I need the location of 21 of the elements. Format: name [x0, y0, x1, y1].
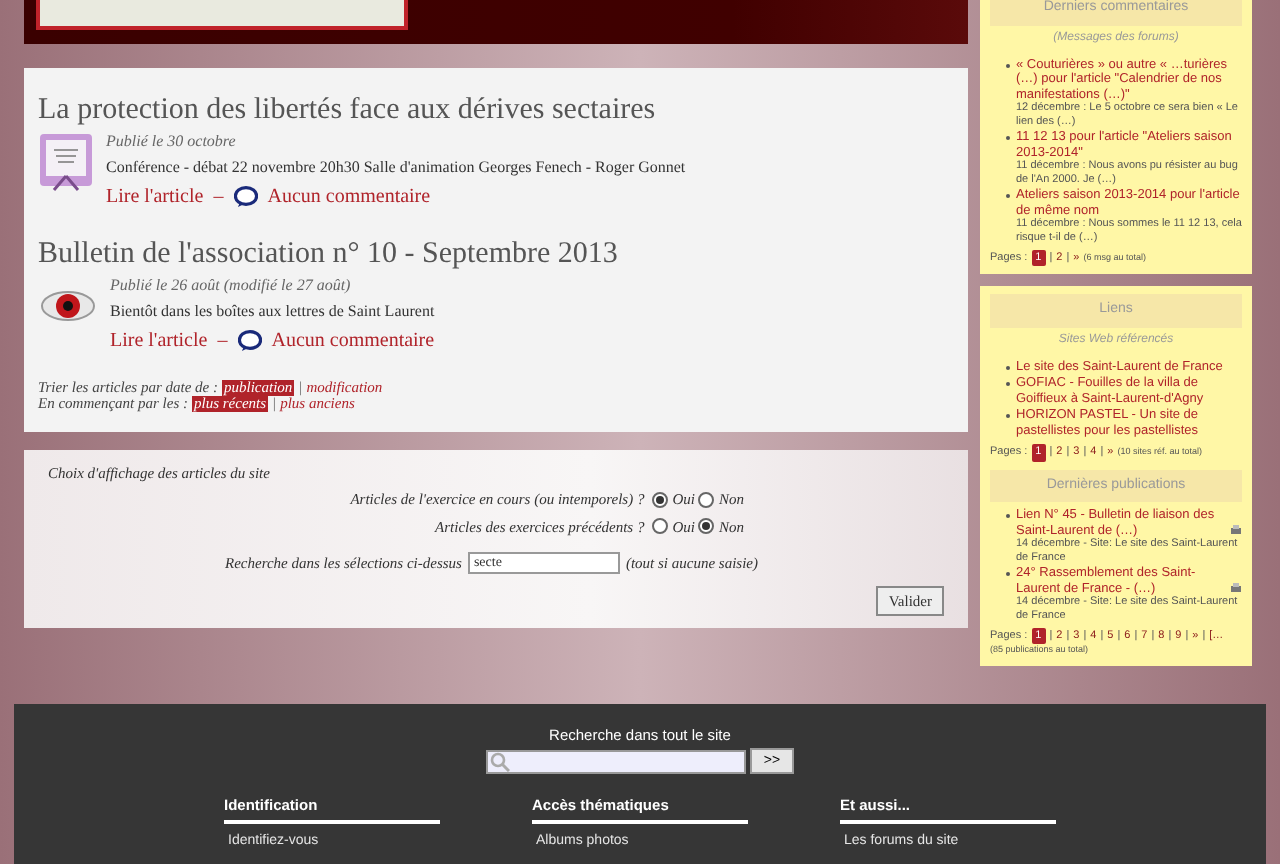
- search-icon: [489, 751, 510, 772]
- speech-bubble-icon: [233, 186, 258, 208]
- article-title[interactable]: La protection des libertés face aux dérives sectaires: [38, 92, 954, 128]
- radio-button[interactable]: [652, 518, 669, 535]
- comments-link[interactable]: Aucun commentaire: [267, 182, 431, 212]
- read-article-link[interactable]: Lire l'article: [106, 182, 204, 212]
- article-summary: Bientôt dans les boîtes aux lettres de Saint Laurent: [110, 300, 435, 324]
- separator: –: [217, 328, 228, 356]
- comments-link[interactable]: Aucun commentaire: [271, 326, 435, 356]
- radio-button[interactable]: [652, 491, 669, 508]
- publication-date: Publié le 30 octobre: [106, 130, 238, 154]
- radio-button[interactable]: [698, 491, 715, 508]
- site-search-field[interactable]: [485, 749, 746, 774]
- easel-board-icon: [38, 130, 94, 194]
- radio-button[interactable]: [698, 518, 715, 535]
- article-summary: Conférence - débat 22 novembre 20h30 Salle d'animation Georges Fenech - Roger Gonnet: [106, 156, 686, 180]
- publication-date: Publié le 26 août (modifié le 27 août): [110, 274, 353, 298]
- article-title[interactable]: Bulletin de l'association n° 10 - Septembre 2013: [38, 236, 954, 272]
- speech-bubble-icon: [237, 330, 262, 352]
- separator: –: [213, 184, 224, 212]
- read-article-link[interactable]: Lire l'article: [110, 326, 208, 356]
